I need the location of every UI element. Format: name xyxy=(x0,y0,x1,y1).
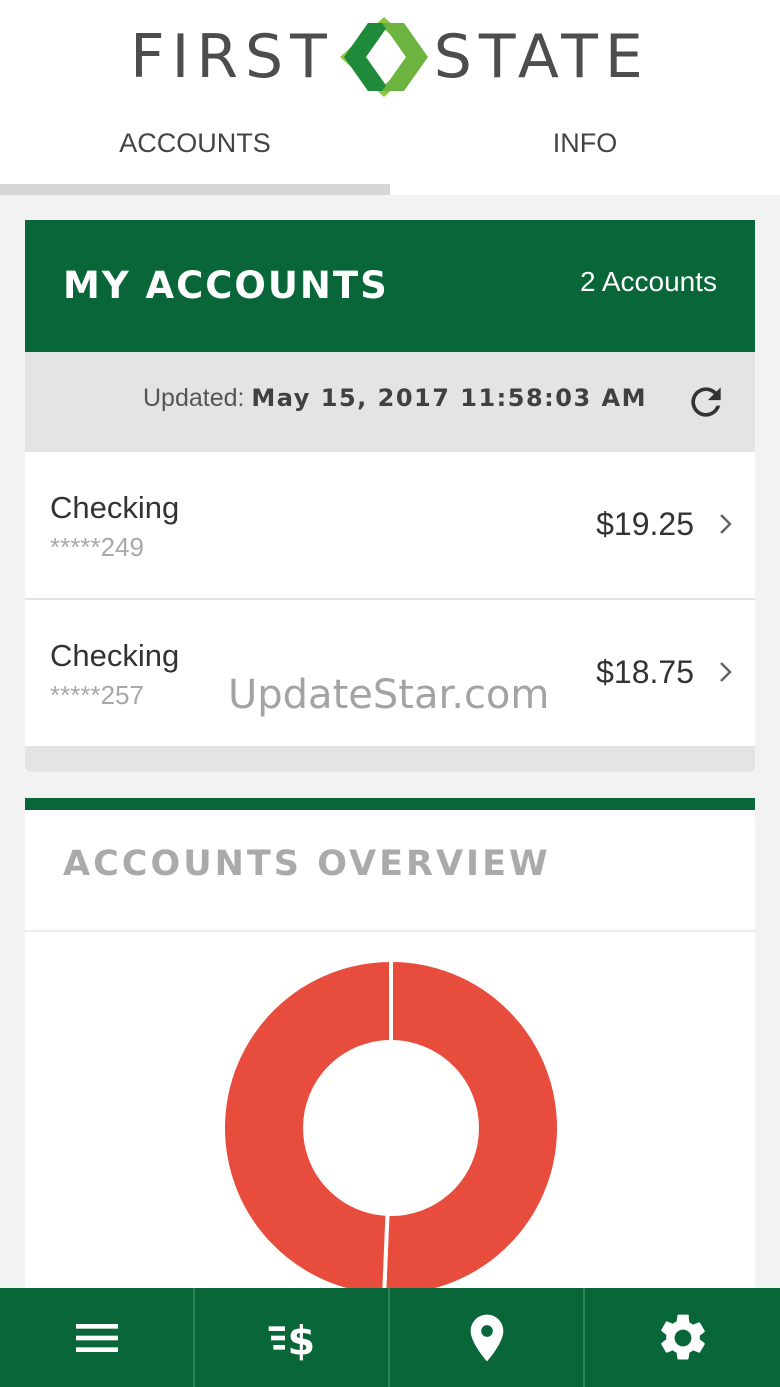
updated-timestamp: May 15, 2017 11:58:03 AM xyxy=(251,384,647,412)
my-accounts-header: MY ACCOUNTS 2 Accounts xyxy=(25,220,755,352)
app-header: FIRST STATE ACCOUNTS INFO xyxy=(0,0,780,195)
first-state-logo: FIRST STATE xyxy=(0,12,780,102)
accounts-count: 2 Accounts xyxy=(580,266,717,297)
updated-bar: Updated: May 15, 2017 11:58:03 AM xyxy=(25,352,755,452)
updated-text: Updated: May 15, 2017 11:58:03 AM xyxy=(143,384,647,413)
account-number: *****249 xyxy=(50,532,144,562)
nav-transfer[interactable]: $ xyxy=(195,1288,390,1387)
updated-label: Updated: xyxy=(143,384,245,412)
account-balance: $19.25 xyxy=(596,506,694,542)
logo-text-right: STATE xyxy=(433,22,650,92)
account-row[interactable]: Checking *****249 $19.25 xyxy=(25,452,755,598)
overview-divider xyxy=(25,930,755,932)
menu-icon xyxy=(75,1323,118,1352)
watermark: UpdateStar.com xyxy=(228,672,550,718)
account-balance: $18.75 xyxy=(596,654,694,690)
svg-text:$: $ xyxy=(287,1318,315,1364)
bottom-nav: $ xyxy=(0,1288,780,1387)
my-accounts-title: MY ACCOUNTS xyxy=(63,264,389,307)
overview-title: ACCOUNTS OVERVIEW xyxy=(63,844,551,884)
active-tab-indicator xyxy=(0,184,390,195)
location-pin-icon xyxy=(470,1314,503,1361)
nav-menu[interactable] xyxy=(0,1288,195,1387)
donut-slice-249 xyxy=(381,958,561,1298)
chevron-right-icon xyxy=(720,662,732,682)
tab-accounts[interactable]: ACCOUNTS xyxy=(0,112,390,174)
tab-info[interactable]: INFO xyxy=(390,112,780,174)
refresh-icon[interactable] xyxy=(684,380,728,424)
chevron-right-icon xyxy=(720,514,732,534)
overview-accent-border xyxy=(25,798,755,810)
accounts-donut-chart xyxy=(221,958,561,1298)
logo-text-left: FIRST xyxy=(130,22,334,92)
nav-locations[interactable] xyxy=(390,1288,585,1387)
donut-slice-257 xyxy=(221,958,393,1298)
logo-mark-icon xyxy=(339,17,428,97)
transfer-money-icon: $ xyxy=(268,1318,315,1364)
account-name: Checking xyxy=(50,638,180,673)
account-number: *****257 xyxy=(50,680,144,710)
account-name: Checking xyxy=(50,490,180,525)
accounts-overview-card: ACCOUNTS OVERVIEW xyxy=(25,798,755,1298)
nav-settings[interactable] xyxy=(585,1288,780,1387)
settings-gear-icon xyxy=(660,1314,705,1359)
